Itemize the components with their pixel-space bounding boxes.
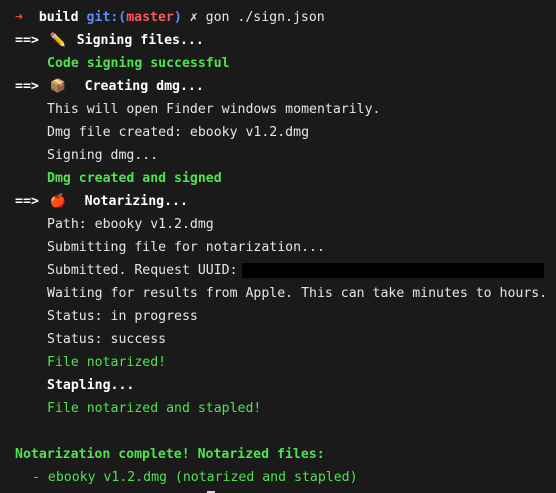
stapled-result: File notarized and stapled! (47, 401, 262, 416)
stapling-header: Stapling... (47, 378, 135, 393)
prompt-git-prefix: git:( (86, 10, 127, 25)
summary-file-item: - ebooky v1.2.dmg (notarized and stapled… (32, 470, 358, 485)
step-marker: ==> (15, 33, 39, 48)
prompt-git-suffix: ) (173, 10, 182, 25)
log-line: Waiting for results from Apple. This can… (47, 286, 548, 301)
prompt-command: gon ./sign.json (205, 10, 325, 25)
redacted-uuid (241, 262, 544, 278)
prompt-directory: build (38, 10, 79, 25)
summary-heading: Notarization complete! Notarized files: (15, 447, 325, 462)
notarized-result: File notarized! (47, 355, 167, 370)
apple-icon: 🍎 (49, 194, 66, 209)
step-title: Notarizing... (84, 194, 188, 209)
step-signing-header: ==> ✏️ Signing files... (0, 29, 556, 52)
log-line-uuid: Submitted. Request UUID: (0, 259, 556, 282)
uuid-label: Submitted. Request UUID: (47, 263, 238, 278)
log-line: Path: ebooky v1.2.dmg (47, 217, 214, 232)
log-line: Status: success (47, 332, 167, 347)
prompt-dirty-mark: ✗ (189, 10, 198, 25)
log-line: Signing dmg... (47, 148, 159, 163)
step-dmg-header: ==> 📦 Creating dmg... (0, 75, 556, 98)
dmg-result: Dmg created and signed (47, 171, 222, 186)
log-line: This will open Finder windows momentaril… (47, 102, 381, 117)
step-notarize-header: ==> 🍎 Notarizing... (0, 190, 556, 213)
terminal-window[interactable]: ➜ build git:(master) ✗ gon ./sign.json =… (0, 0, 556, 493)
package-icon: 📦 (49, 79, 66, 94)
signing-result: Code signing successful (47, 56, 230, 71)
prompt-line: ➜ build git:(master) ✗ gon ./sign.json (0, 6, 556, 29)
step-marker: ==> (15, 79, 39, 94)
prompt-arrow-icon: ➜ (15, 10, 23, 25)
pencil-icon: ✏️ (49, 33, 66, 48)
log-line: Submitting file for notarization... (47, 240, 325, 255)
prompt-git-branch: master (126, 10, 174, 25)
step-title: Signing files... (76, 33, 204, 48)
step-marker: ==> (15, 194, 39, 209)
step-title: Creating dmg... (84, 79, 204, 94)
log-line: Status: in progress (47, 309, 198, 324)
log-line: Dmg file created: ebooky v1.2.dmg (47, 125, 310, 140)
